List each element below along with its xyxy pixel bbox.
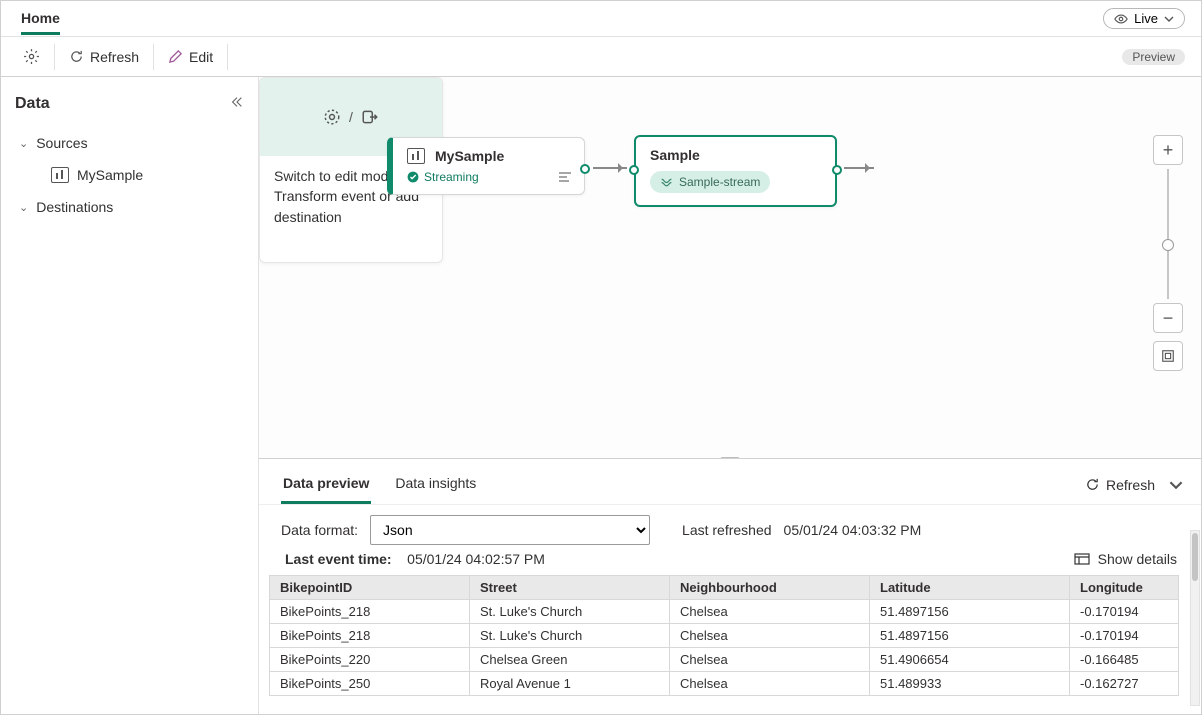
zoom-out-button[interactable]: −	[1153, 303, 1183, 333]
collapse-panel-button[interactable]	[1169, 478, 1183, 492]
node-source-mysample[interactable]: MySample Streaming	[387, 137, 585, 195]
panel-refresh-button[interactable]: Refresh	[1085, 477, 1155, 493]
edit-label: Edit	[189, 49, 213, 65]
panel-resize-handle[interactable]	[720, 457, 740, 458]
output-icon	[361, 108, 379, 126]
sources-label: Sources	[36, 135, 87, 151]
chevron-down-icon: ⌄	[19, 137, 28, 150]
sidebar-section-sources[interactable]: ⌄ Sources	[15, 127, 244, 159]
destinations-label: Destinations	[36, 199, 113, 215]
tab-home[interactable]: Home	[21, 2, 60, 35]
node-stream-sample[interactable]: Sample Sample-stream	[634, 135, 837, 207]
fit-icon	[1161, 349, 1175, 363]
col-latitude[interactable]: Latitude	[870, 576, 1070, 600]
chart-icon	[407, 148, 425, 164]
divider	[54, 44, 55, 70]
preview-table: BikepointID Street Neighbourhood Latitud…	[269, 575, 1179, 696]
table-row[interactable]: BikePoints_220Chelsea GreenChelsea51.490…	[270, 648, 1179, 672]
port-in[interactable]	[629, 165, 639, 175]
last-event-label: Last event time:	[285, 551, 392, 567]
node-stream-title: Sample	[650, 147, 823, 163]
stream-icon	[660, 176, 673, 189]
tab-data-insights[interactable]: Data insights	[393, 465, 478, 504]
sidebar: Data ⌄ Sources MySample ⌄ Destinations	[1, 77, 259, 714]
collapse-sidebar-button[interactable]	[230, 95, 244, 109]
sidebar-section-destinations[interactable]: ⌄ Destinations	[15, 191, 244, 223]
last-refreshed-label: Last refreshed	[682, 522, 772, 538]
node-source-title: MySample	[435, 148, 504, 164]
col-street[interactable]: Street	[470, 576, 670, 600]
preview-badge: Preview	[1122, 49, 1185, 65]
live-mode-button[interactable]: Live	[1103, 8, 1185, 29]
col-neighbourhood[interactable]: Neighbourhood	[670, 576, 870, 600]
zoom-fit-button[interactable]	[1153, 341, 1183, 371]
sidebar-title: Data	[15, 95, 244, 113]
divider	[153, 44, 154, 70]
col-longitude[interactable]: Longitude	[1070, 576, 1179, 600]
scrollbar[interactable]	[1190, 530, 1200, 706]
refresh-icon	[1085, 477, 1100, 492]
source-item-label: MySample	[77, 167, 143, 183]
menu-icon[interactable]	[558, 171, 572, 183]
data-format-label: Data format:	[281, 522, 358, 538]
chart-icon	[51, 167, 69, 183]
table-row[interactable]: BikePoints_218St. Luke's ChurchChelsea51…	[270, 600, 1179, 624]
col-bikepoint[interactable]: BikepointID	[270, 576, 470, 600]
scrollbar-thumb[interactable]	[1192, 533, 1198, 581]
slash-text: /	[349, 109, 353, 125]
streaming-status: Streaming	[407, 170, 479, 184]
data-format-select[interactable]: Json	[370, 515, 650, 545]
zoom-in-button[interactable]: +	[1153, 135, 1183, 165]
canvas[interactable]: MySample Streaming Sample	[259, 77, 1201, 458]
gear-icon	[23, 48, 40, 65]
tab-data-preview[interactable]: Data preview	[281, 465, 371, 504]
edit-icon	[168, 49, 183, 64]
last-event-value: 05/01/24 04:02:57 PM	[407, 551, 545, 567]
table-header-row: BikepointID Street Neighbourhood Latitud…	[270, 576, 1179, 600]
bottom-panel: Data preview Data insights Refresh Data …	[259, 458, 1201, 714]
divider	[227, 44, 228, 70]
show-details-button[interactable]: Show details	[1074, 551, 1177, 567]
chevron-down-icon: ⌄	[19, 201, 28, 214]
chevron-double-left-icon	[230, 95, 244, 109]
zoom-slider[interactable]	[1167, 169, 1169, 299]
table-row[interactable]: BikePoints_218St. Luke's ChurchChelsea51…	[270, 624, 1179, 648]
details-icon	[1074, 552, 1090, 566]
last-refreshed-value: 05/01/24 04:03:32 PM	[784, 522, 922, 538]
zoom-controls: + −	[1153, 135, 1183, 371]
connector	[593, 167, 627, 169]
sidebar-item-mysample[interactable]: MySample	[15, 159, 244, 191]
port-out[interactable]	[832, 165, 842, 175]
refresh-button[interactable]: Refresh	[59, 43, 149, 71]
settings-button[interactable]	[13, 42, 50, 71]
table-row[interactable]: BikePoints_250Royal Avenue 1Chelsea51.48…	[270, 672, 1179, 696]
refresh-icon	[69, 49, 84, 64]
eye-icon	[1114, 12, 1128, 26]
check-circle-icon	[407, 171, 419, 183]
live-label: Live	[1134, 11, 1158, 26]
chevron-down-icon	[1164, 14, 1174, 24]
stream-chip[interactable]: Sample-stream	[650, 171, 770, 193]
edit-button[interactable]: Edit	[158, 43, 223, 71]
zoom-thumb[interactable]	[1162, 239, 1174, 251]
port-out[interactable]	[580, 164, 590, 174]
transform-icon	[323, 108, 341, 126]
connector	[844, 167, 874, 169]
refresh-label: Refresh	[90, 49, 139, 65]
